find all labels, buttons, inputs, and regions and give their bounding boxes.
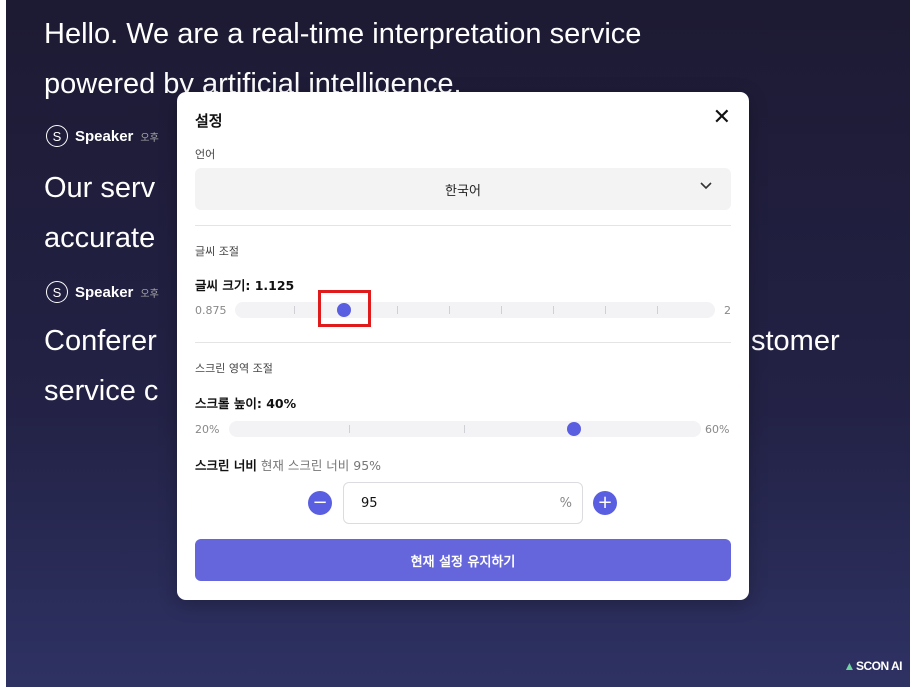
scroll-min-label: 20% bbox=[195, 423, 220, 436]
screen-width-title: 스크린 너비 bbox=[195, 458, 257, 473]
logo-text: SCON AI bbox=[855, 659, 903, 673]
scroll-height-label: 스크롤 높이: 40% bbox=[195, 396, 297, 411]
close-icon[interactable]: ✕ bbox=[713, 105, 731, 130]
speaker-row-1: S Speaker 오후 bbox=[46, 125, 159, 147]
speaker-avatar: S bbox=[46, 281, 68, 303]
logo-mark-icon: ▲ bbox=[843, 659, 856, 673]
speaker-row-2: S Speaker 오후 bbox=[46, 281, 159, 303]
speaker-name: Speaker bbox=[75, 127, 134, 145]
font-size-label: 글씨 크기: 1.125 bbox=[195, 278, 295, 293]
settings-modal: 설정 ✕ 언어 한국어 글씨 조절 글씨 크기: 1.125 0.875 2 스… bbox=[177, 92, 749, 600]
slider-tick bbox=[464, 425, 465, 433]
screen-width-input[interactable]: 95 % bbox=[343, 482, 583, 524]
transcript-line-5-tail: stomer bbox=[751, 325, 840, 357]
scroll-max-label: 60% bbox=[705, 423, 730, 436]
language-select[interactable]: 한국어 bbox=[195, 168, 731, 210]
transcript-line-3: Our serv bbox=[44, 172, 156, 204]
transcript-line-1: Hello. We are a real-time interpretation… bbox=[44, 18, 642, 50]
increase-width-button[interactable]: + bbox=[593, 491, 617, 515]
screen-section-label: 스크린 영역 조절 bbox=[195, 362, 273, 375]
screen-width-current: 현재 스크린 너비 95% bbox=[260, 458, 382, 473]
transcript-line-6: service c bbox=[44, 375, 159, 407]
font-min-label: 0.875 bbox=[195, 304, 227, 317]
language-value: 한국어 bbox=[445, 183, 481, 199]
highlight-box bbox=[318, 290, 371, 327]
slider-tick bbox=[657, 306, 658, 314]
speaker-time: 오후 bbox=[140, 288, 159, 300]
divider bbox=[195, 342, 731, 343]
scroll-height-slider[interactable] bbox=[229, 421, 701, 437]
divider bbox=[195, 225, 731, 226]
transcript-line-5: Conferer bbox=[44, 325, 157, 357]
decrease-width-button[interactable]: − bbox=[308, 491, 332, 515]
scroll-height-slider-knob[interactable] bbox=[567, 422, 581, 436]
font-size-slider[interactable] bbox=[235, 302, 715, 318]
language-label: 언어 bbox=[195, 148, 216, 161]
slider-tick bbox=[294, 306, 295, 314]
chevron-down-icon bbox=[700, 182, 712, 190]
scon-ai-logo: ▲SCON AI bbox=[843, 659, 903, 673]
font-section-label: 글씨 조절 bbox=[195, 245, 239, 258]
transcript-line-4: accurate bbox=[44, 222, 156, 254]
speaker-time: 오후 bbox=[140, 132, 159, 144]
keep-settings-button[interactable]: 현재 설정 유지하기 bbox=[195, 539, 731, 581]
percent-unit: % bbox=[559, 496, 572, 511]
slider-tick bbox=[349, 425, 350, 433]
modal-title: 설정 bbox=[195, 112, 223, 130]
slider-tick bbox=[605, 306, 606, 314]
speaker-name: Speaker bbox=[75, 283, 134, 301]
slider-tick bbox=[501, 306, 502, 314]
slider-tick bbox=[553, 306, 554, 314]
speaker-avatar: S bbox=[46, 125, 68, 147]
slider-tick bbox=[449, 306, 450, 314]
font-max-label: 2 bbox=[724, 304, 731, 317]
slider-tick bbox=[397, 306, 398, 314]
screen-width-label: 스크린 너비 현재 스크린 너비 95% bbox=[195, 455, 381, 474]
screen-width-value: 95 bbox=[361, 496, 378, 511]
